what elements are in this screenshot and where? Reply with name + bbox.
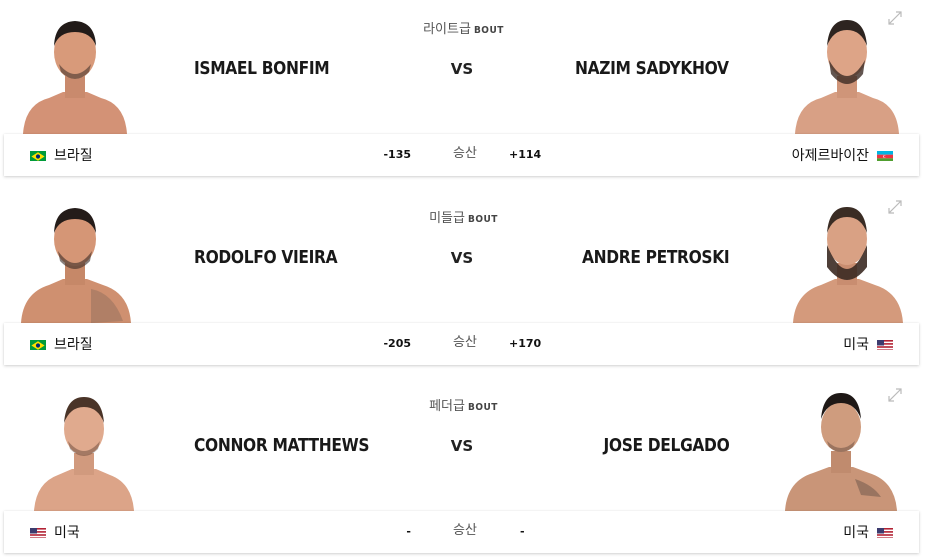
blue-corner-portrait[interactable]	[781, 385, 901, 511]
red-corner-portrait[interactable]	[15, 8, 135, 134]
red-odds: -	[406, 525, 411, 538]
fighter-photo	[34, 397, 134, 511]
country-name: 미국	[54, 525, 80, 541]
blue-fighter-name[interactable]: JOSE DELGADO	[603, 435, 729, 456]
red-fighter-country: 미국	[30, 511, 80, 553]
red-corner-portrait[interactable]	[15, 197, 135, 323]
red-fighter-name[interactable]: CONNOR MATTHEWS	[194, 435, 370, 456]
red-corner-portrait[interactable]	[24, 385, 144, 511]
red-fighter-country: 브라질	[30, 134, 93, 176]
weight-class-name: 라이트급	[423, 22, 471, 37]
expand-icon[interactable]	[887, 387, 903, 403]
expand-icon[interactable]	[887, 199, 903, 215]
red-fighter-name[interactable]: RODOLFO VIEIRA	[194, 247, 338, 268]
vs-label: VS	[450, 249, 474, 267]
blue-fighter-name[interactable]: ANDRE PETROSKI	[582, 247, 730, 268]
country-name: 미국	[843, 337, 869, 353]
blue-fighter-country: 미국	[843, 323, 893, 365]
brazil-flag-icon	[30, 339, 46, 350]
blue-corner-portrait[interactable]	[787, 8, 907, 134]
bout-word: BOUT	[467, 214, 498, 225]
bout-odds-bar: 브라질 -135 승산 +114 아제르바이잔	[4, 134, 919, 176]
brazil-flag-icon	[30, 150, 46, 161]
bout-word: BOUT	[467, 402, 498, 413]
country-name: 아제르바이잔	[791, 148, 869, 164]
country-name: 브라질	[54, 148, 93, 164]
odds-label: 승산	[453, 146, 477, 161]
vs-label: VS	[450, 60, 474, 78]
red-fighter-country: 브라질	[30, 323, 93, 365]
fighter-photo	[23, 21, 127, 134]
bout-card[interactable]: 라이트급 BOUT ISMAEL BONFIM VS NAZIM SADYKHOV	[0, 0, 927, 189]
blue-odds: +114	[509, 148, 542, 161]
blue-fighter-name[interactable]: NAZIM SADYKHOV	[575, 58, 729, 79]
blue-corner-portrait[interactable]	[787, 197, 907, 323]
fighter-photo	[793, 207, 903, 323]
expand-icon[interactable]	[887, 10, 903, 26]
fighter-photo	[785, 393, 897, 511]
odds-label: 승산	[453, 335, 477, 350]
fighter-photo	[21, 208, 131, 323]
bout-odds-bar: 브라질 -205 승산 +170 미국	[4, 323, 919, 365]
country-name: 브라질	[54, 337, 93, 353]
red-fighter-name[interactable]: ISMAEL BONFIM	[194, 58, 330, 79]
blue-fighter-country: 미국	[843, 511, 893, 553]
blue-fighter-country: 아제르바이잔	[792, 134, 893, 176]
blue-odds: -	[520, 525, 525, 538]
bout-card[interactable]: 미들급 BOUT RODOLFO VIEIRA VS ANDRE PETROSKI	[0, 189, 927, 378]
bout-word: BOUT	[473, 25, 504, 36]
vs-label: VS	[450, 437, 474, 455]
fighter-photo	[795, 20, 899, 134]
weight-class-name: 페더급	[429, 399, 465, 414]
blue-odds: +170	[509, 337, 542, 350]
usa-flag-icon	[877, 527, 893, 538]
red-odds: -135	[383, 148, 411, 161]
weight-class-name: 미들급	[429, 211, 465, 226]
azerbaijan-flag-icon	[877, 150, 893, 161]
usa-flag-icon	[30, 527, 46, 538]
country-name: 미국	[843, 525, 869, 541]
bout-odds-bar: 미국 - 승산 - 미국	[4, 511, 919, 553]
bout-card[interactable]: 페더급BOUT CONNOR MATTHEWS VS JOSE DELGADO	[0, 377, 927, 559]
red-odds: -205	[383, 337, 411, 350]
usa-flag-icon	[877, 339, 893, 350]
odds-label: 승산	[453, 523, 477, 538]
